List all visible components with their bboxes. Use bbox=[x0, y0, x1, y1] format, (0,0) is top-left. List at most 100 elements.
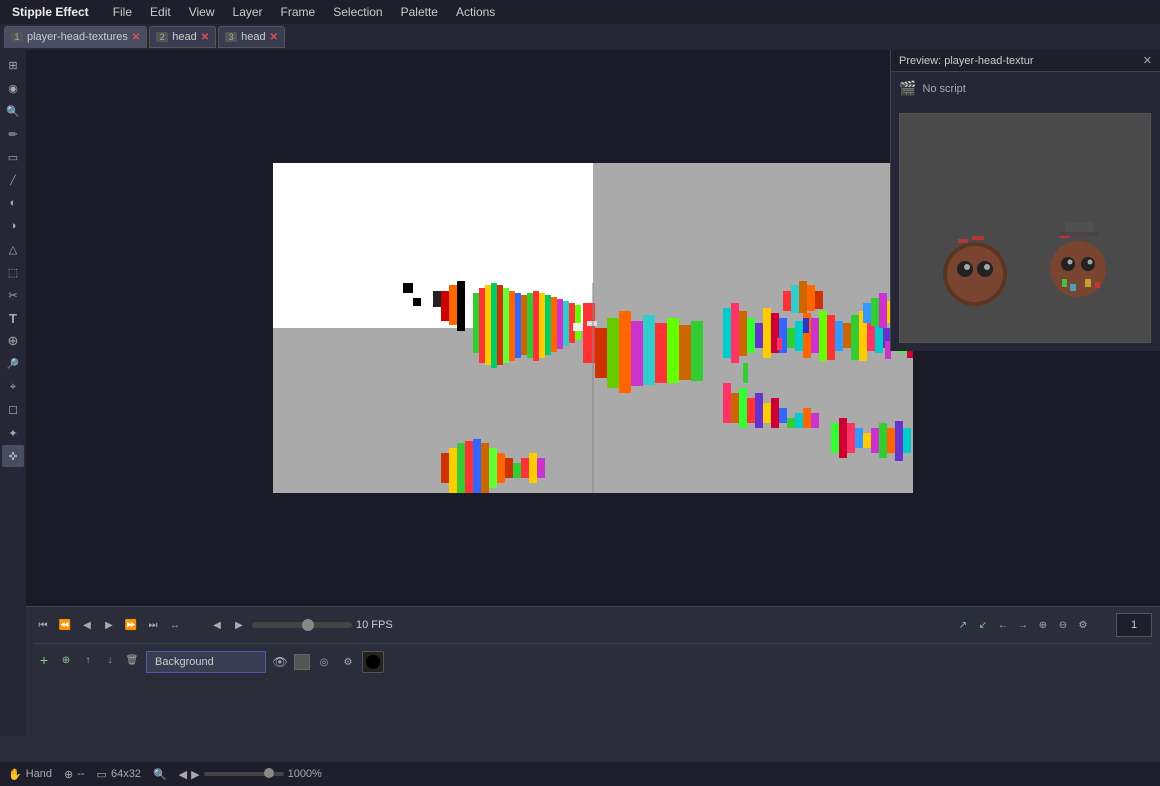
tool-shapes[interactable]: △ bbox=[2, 238, 24, 260]
timeline-panel: ⏮ ⏪ ◀ ▶ ⏩ ⏭ ↔ ◀ ▶ 10 FPS ↗ ↙ ← → ⊕ ⊖ ⚙ bbox=[26, 606, 1160, 736]
playback-start[interactable]: ⏮ bbox=[34, 616, 52, 634]
layer-name-text: Background bbox=[155, 656, 214, 668]
menu-layer[interactable]: Layer bbox=[225, 3, 271, 21]
tab-1-num: 1 bbox=[11, 32, 23, 42]
tool-grid[interactable]: ⊞ bbox=[2, 54, 24, 76]
menu-view[interactable]: View bbox=[181, 3, 223, 21]
playback-prev[interactable]: ◀ bbox=[78, 616, 96, 634]
cursor-icon: ⊕ bbox=[64, 768, 73, 781]
fps-slider-thumb[interactable] bbox=[302, 619, 314, 631]
layer-name-field[interactable]: Background bbox=[146, 651, 266, 673]
preview-title-text: Preview: player-head-textur bbox=[899, 55, 1034, 67]
tab-3-close[interactable]: ✕ bbox=[270, 32, 278, 43]
fps-controls: ◀ ▶ 10 FPS bbox=[208, 616, 406, 634]
tool-eyedropper[interactable]: 🔎 bbox=[2, 353, 24, 375]
tab-3-num: 3 bbox=[225, 32, 237, 42]
layer-alpha-btn[interactable]: ◎ bbox=[314, 652, 334, 672]
playback-play[interactable]: ▶ bbox=[100, 616, 118, 634]
tab-3[interactable]: 3 head ✕ bbox=[218, 26, 285, 48]
current-tool-status: ✋ Hand bbox=[8, 768, 52, 781]
menu-frame[interactable]: Frame bbox=[273, 3, 324, 21]
tab-2[interactable]: 2 head ✕ bbox=[149, 26, 216, 48]
tab-1[interactable]: 1 player-head-textures ✕ bbox=[4, 26, 147, 48]
layer-move-up-btn[interactable]: ↑ bbox=[78, 650, 98, 670]
menu-selection[interactable]: Selection bbox=[325, 3, 390, 21]
tool-icon-status: ✋ bbox=[8, 768, 22, 781]
fps-decrease[interactable]: ◀ bbox=[208, 616, 226, 634]
cursor-pos-status: ⊕ -- bbox=[64, 768, 85, 781]
preview-close-icon[interactable]: ✕ bbox=[1143, 54, 1152, 67]
layer-add-layer-btn[interactable]: ⊕ bbox=[56, 650, 76, 670]
frame-settings[interactable]: ⚙ bbox=[1074, 616, 1092, 634]
tab-2-close[interactable]: ✕ bbox=[201, 32, 209, 43]
frame-delete[interactable]: ⊖ bbox=[1054, 616, 1072, 634]
menu-palette[interactable]: Palette bbox=[393, 3, 446, 21]
layer-layer-settings-btn[interactable]: ⚙ bbox=[338, 652, 358, 672]
frame-add-left[interactable]: ↗ bbox=[954, 616, 972, 634]
tab-1-close[interactable]: ✕ bbox=[132, 32, 140, 43]
playback-loop[interactable]: ↔ bbox=[166, 616, 184, 634]
cursor-pos-text: -- bbox=[77, 768, 84, 780]
tool-pencil[interactable]: ✏ bbox=[2, 123, 24, 145]
zoom-increase-btn[interactable]: ▶ bbox=[191, 768, 199, 781]
tool-brush[interactable]: ◐ bbox=[2, 192, 24, 214]
layer-move-down-btn[interactable]: ↓ bbox=[100, 650, 120, 670]
layer-visibility-btn[interactable]: 👁 bbox=[270, 652, 290, 672]
frame-move-right[interactable]: → bbox=[1014, 616, 1032, 634]
layer-top-controls: + ⊕ ↑ ↓ 🗑 bbox=[34, 650, 142, 670]
zoom-track[interactable] bbox=[204, 772, 284, 776]
tool-shade[interactable]: ◑ bbox=[2, 215, 24, 237]
frame-number-box[interactable]: 1 bbox=[1116, 613, 1152, 637]
tab-2-label: head bbox=[172, 31, 196, 43]
tool-lasso[interactable]: ✂ bbox=[2, 284, 24, 306]
preview-panel: Preview: player-head-textur ✕ 🎬 No scrip… bbox=[890, 50, 1160, 351]
tool-transform[interactable]: ⌖ bbox=[2, 376, 24, 398]
frame-copy[interactable]: ⊕ bbox=[1034, 616, 1052, 634]
tool-wand[interactable]: ✦ bbox=[2, 422, 24, 444]
tabs-bar: 1 player-head-textures ✕ 2 head ✕ 3 head… bbox=[0, 24, 1160, 50]
layer-color-circle bbox=[366, 655, 380, 669]
menu-edit[interactable]: Edit bbox=[142, 3, 179, 21]
tab-3-label: head bbox=[241, 31, 265, 43]
playback-next[interactable]: ⏩ bbox=[122, 616, 140, 634]
frame-move-left[interactable]: ← bbox=[994, 616, 1012, 634]
tab-2-num: 2 bbox=[156, 32, 168, 42]
tool-eraser[interactable]: ▭ bbox=[2, 146, 24, 168]
playback-end[interactable]: ⏭ bbox=[144, 616, 162, 634]
tool-rect-select[interactable]: ⬚ bbox=[2, 261, 24, 283]
pixel-canvas[interactable] bbox=[273, 163, 913, 493]
fps-label: 10 FPS bbox=[356, 619, 406, 631]
tool-line[interactable]: ╱ bbox=[2, 169, 24, 191]
frame-controls-group: ↗ ↙ ← → ⊕ ⊖ ⚙ bbox=[954, 616, 1092, 634]
tool-zoom[interactable]: 🔍 bbox=[2, 100, 24, 122]
zoom-decrease-btn[interactable]: ◀ bbox=[179, 768, 187, 781]
timeline-controls-row: ⏮ ⏪ ◀ ▶ ⏩ ⏭ ↔ ◀ ▶ 10 FPS ↗ ↙ ← → ⊕ ⊖ ⚙ bbox=[34, 613, 1152, 637]
tool-move[interactable]: ✜ bbox=[2, 445, 24, 467]
preview-title: Preview: player-head-textur ✕ bbox=[891, 50, 1160, 72]
tab-1-label: player-head-textures bbox=[27, 31, 128, 43]
tool-circle[interactable]: ◉ bbox=[2, 77, 24, 99]
preview-script-label: No script bbox=[922, 83, 965, 95]
statusbar: ✋ Hand ⊕ -- ▭ 64x32 🔍 ◀ ▶ 1000% bbox=[0, 762, 1160, 786]
tool-crop[interactable]: ☐ bbox=[2, 399, 24, 421]
zoom-icon: 🔍 bbox=[153, 768, 167, 781]
menu-actions[interactable]: Actions bbox=[448, 3, 503, 21]
layer-delete-btn[interactable]: 🗑 bbox=[122, 650, 142, 670]
tool-fill[interactable]: ⊕ bbox=[2, 330, 24, 352]
fps-slider-track[interactable] bbox=[252, 622, 352, 628]
frame-add-right[interactable]: ↙ bbox=[974, 616, 992, 634]
preview-script-icon: 🎬 bbox=[899, 80, 916, 97]
zoom-slider[interactable]: ◀ ▶ 1000% bbox=[179, 768, 322, 781]
app-title: Stipple Effect bbox=[4, 3, 97, 21]
tool-name-status: Hand bbox=[26, 768, 52, 780]
zoom-status: 🔍 bbox=[153, 768, 167, 781]
layer-lock-btn[interactable] bbox=[294, 654, 310, 670]
playback-prev-fast[interactable]: ⏪ bbox=[56, 616, 74, 634]
main-artwork-svg bbox=[273, 163, 913, 493]
tool-text[interactable]: T bbox=[2, 307, 24, 329]
zoom-thumb[interactable] bbox=[264, 768, 274, 778]
fps-increase[interactable]: ▶ bbox=[230, 616, 248, 634]
menu-file[interactable]: File bbox=[105, 3, 140, 21]
layer-color-swatch[interactable] bbox=[362, 651, 384, 673]
layer-add-btn[interactable]: + bbox=[34, 650, 54, 670]
